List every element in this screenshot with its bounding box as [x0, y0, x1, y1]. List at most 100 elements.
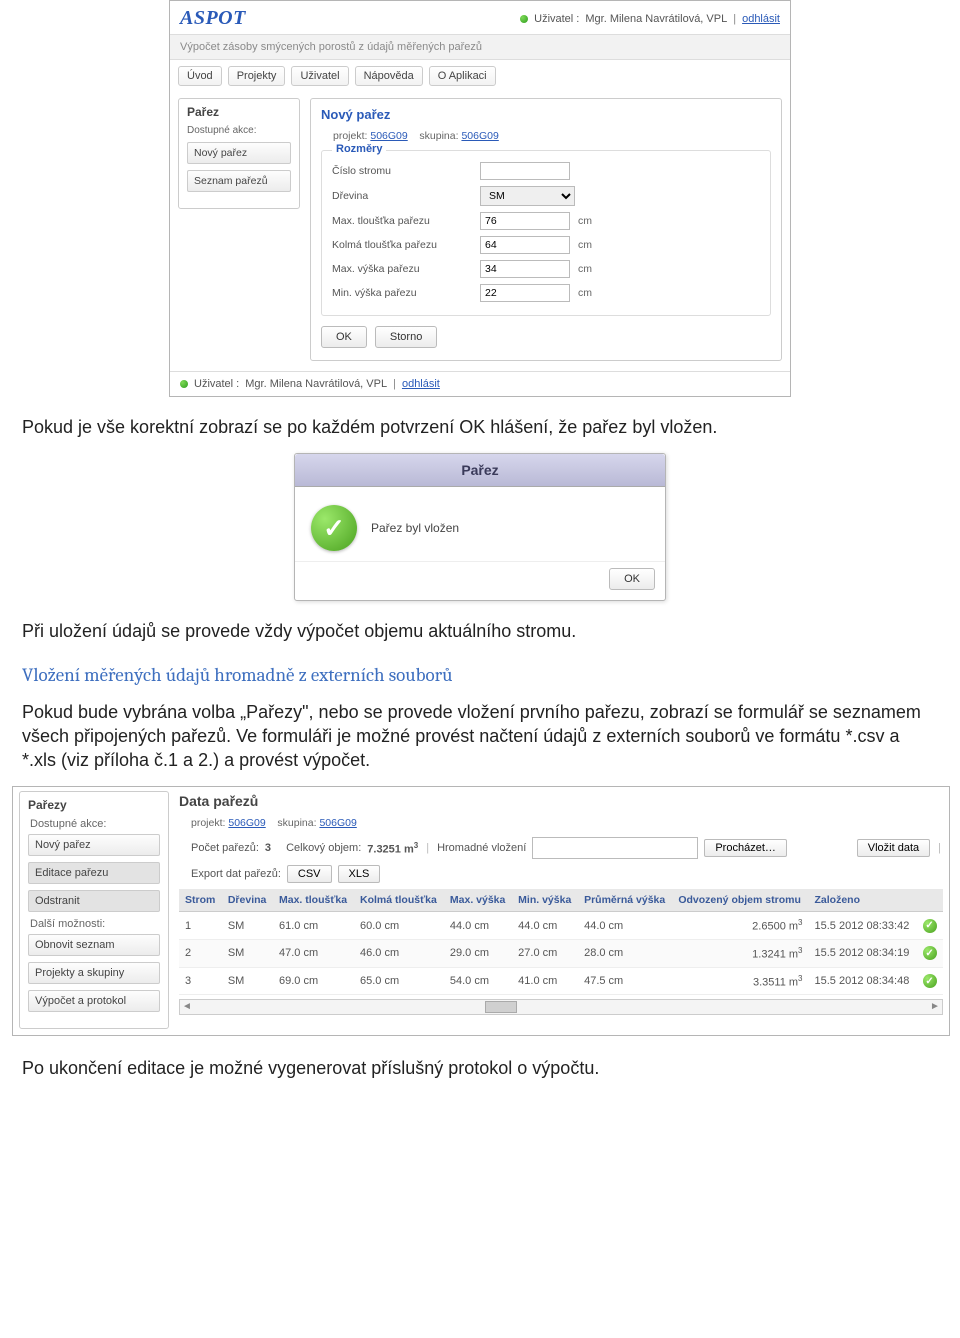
scroll-right-icon[interactable]: ►	[928, 1000, 942, 1012]
browse-button[interactable]: Procházet…	[704, 839, 787, 857]
footer-bar: Uživatel : Mgr. Milena Navrátilová, VPL …	[170, 371, 790, 396]
separator: |	[733, 13, 736, 25]
scroll-left-icon[interactable]: ◄	[180, 1000, 194, 1012]
scroll-thumb[interactable]	[485, 1001, 517, 1013]
table-cell: 2.6500 m3	[672, 912, 808, 940]
table-cell: 1.3241 m3	[672, 940, 808, 968]
app-logo: ASPOT	[180, 7, 246, 30]
project-line: projekt: 506G09 skupina: 506G09	[191, 817, 943, 829]
sidebar-projects-button[interactable]: Projekty a skupiny	[28, 962, 160, 984]
section-heading: Vložení měřených údajů hromadně z extern…	[22, 664, 938, 686]
export-csv-button[interactable]: CSV	[287, 865, 332, 883]
col-objem[interactable]: Odvozený objem stromu	[672, 889, 808, 912]
menu-projekty[interactable]: Projekty	[228, 66, 286, 86]
col-drevina[interactable]: Dřevina	[222, 889, 273, 912]
col-min-vyska[interactable]: Min. výška	[512, 889, 578, 912]
unit-label: cm	[578, 215, 592, 227]
dimensions-fieldset: Rozměry Číslo stromu Dřevina SM Max. tlo…	[321, 150, 771, 316]
species-label: Dřevina	[332, 190, 472, 202]
unit-label: cm	[578, 239, 592, 251]
col-max-tloustka[interactable]: Max. tloušťka	[273, 889, 354, 912]
paragraph: Pokud je vše korektní zobrazí se po každ…	[22, 415, 938, 439]
menu-uvod[interactable]: Úvod	[178, 66, 222, 86]
table-cell: 15.5 2012 08:34:48	[809, 967, 917, 995]
volume-label: Celkový objem:	[286, 842, 361, 854]
menu-napoveda[interactable]: Nápověda	[355, 66, 423, 86]
max-thickness-input[interactable]	[480, 212, 570, 230]
table-cell: 54.0 cm	[444, 967, 512, 995]
max-height-label: Max. výška pařezu	[332, 263, 472, 275]
project-line: projekt: 506G09 skupina: 506G09	[333, 130, 771, 142]
table-row[interactable]: 2SM47.0 cm46.0 cm29.0 cm27.0 cm28.0 cm1.…	[179, 940, 943, 968]
status-dot-icon	[180, 380, 188, 388]
table-cell: 46.0 cm	[354, 940, 444, 968]
ok-button[interactable]: OK	[321, 326, 367, 348]
sidebar-edit-stump-button[interactable]: Editace pařezu	[28, 862, 160, 884]
group-link[interactable]: 506G09	[319, 817, 356, 829]
col-zalozeno[interactable]: Založeno	[809, 889, 917, 912]
cancel-button[interactable]: Storno	[375, 326, 437, 348]
horizontal-scrollbar[interactable]: ◄ ►	[179, 999, 943, 1015]
col-strom[interactable]: Strom	[179, 889, 222, 912]
col-kolma-tloustka[interactable]: Kolmá tloušťka	[354, 889, 444, 912]
sidebar-new-stump-button[interactable]: Nový pařez	[187, 142, 291, 164]
dialog-message: Pařez byl vložen	[371, 521, 459, 535]
menu-o-aplikaci[interactable]: O Aplikaci	[429, 66, 496, 86]
footer-user-label: Uživatel :	[194, 378, 239, 390]
table-cell: 44.0 cm	[444, 912, 512, 940]
main-panel: Nový pařez projekt: 506G09 skupina: 506G…	[310, 98, 782, 361]
row-status-cell: ✓	[917, 912, 943, 940]
logout-link[interactable]: odhlásit	[742, 13, 780, 25]
volume-value: 7.3251 m3	[367, 841, 418, 856]
sidebar-calc-button[interactable]: Výpočet a protokol	[28, 990, 160, 1012]
table-header-row: Strom Dřevina Max. tloušťka Kolmá tloušť…	[179, 889, 943, 912]
table-cell: 47.5 cm	[578, 967, 672, 995]
page-subtitle: Výpočet zásoby smýcených porostů z údajů…	[170, 34, 790, 60]
species-select[interactable]: SM	[480, 186, 575, 206]
table-cell: 15.5 2012 08:33:42	[809, 912, 917, 940]
app-screenshot-new-stump: ASPOT Uživatel : Mgr. Milena Navrátilová…	[169, 0, 791, 397]
success-check-icon: ✓	[311, 505, 357, 551]
sidebar-new-stump-button[interactable]: Nový pařez	[28, 834, 160, 856]
min-height-input[interactable]	[480, 284, 570, 302]
table-cell: 3	[179, 967, 222, 995]
col-prumerna-vyska[interactable]: Průměrná výška	[578, 889, 672, 912]
insert-data-button[interactable]: Vložit data	[857, 839, 930, 857]
dialog-title: Pařez	[295, 454, 665, 487]
col-status	[917, 889, 943, 912]
table-cell: 15.5 2012 08:34:19	[809, 940, 917, 968]
count-value: 3	[265, 842, 271, 854]
table-row[interactable]: 3SM69.0 cm65.0 cm54.0 cm41.0 cm47.5 cm3.…	[179, 967, 943, 995]
project-link[interactable]: 506G09	[228, 817, 265, 829]
sidebar-stump-list-button[interactable]: Seznam pařezů	[187, 170, 291, 192]
sidebar-title: Pařezy	[28, 798, 160, 812]
tree-number-input[interactable]	[480, 162, 570, 180]
export-xls-button[interactable]: XLS	[338, 865, 381, 883]
paragraph: Při uložení údajů se provede vždy výpoče…	[22, 619, 938, 643]
confirmation-dialog: Pařez ✓ Pařez byl vložen OK	[294, 453, 666, 601]
user-label: Uživatel :	[534, 13, 579, 25]
table-cell: 1	[179, 912, 222, 940]
group-link[interactable]: 506G09	[461, 130, 498, 142]
max-height-input[interactable]	[480, 260, 570, 278]
col-max-vyska[interactable]: Max. výška	[444, 889, 512, 912]
table-cell: 65.0 cm	[354, 967, 444, 995]
sidebar-refresh-button[interactable]: Obnovit seznam	[28, 934, 160, 956]
sidebar-delete-button[interactable]: Odstranit	[28, 890, 160, 912]
dialog-ok-button[interactable]: OK	[609, 568, 655, 590]
footer-logout-link[interactable]: odhlásit	[402, 378, 440, 390]
menu-uzivatel[interactable]: Uživatel	[291, 66, 348, 86]
file-path-input[interactable]	[532, 837, 698, 859]
project-link[interactable]: 506G09	[370, 130, 407, 142]
table-cell: 69.0 cm	[273, 967, 354, 995]
perp-thickness-input[interactable]	[480, 236, 570, 254]
main-menu: Úvod Projekty Uživatel Nápověda O Aplika…	[170, 60, 790, 92]
sidebar: Pařez Dostupné akce: Nový pařez Seznam p…	[178, 98, 300, 209]
table-cell: 60.0 cm	[354, 912, 444, 940]
table-row[interactable]: 1SM61.0 cm60.0 cm44.0 cm44.0 cm44.0 cm2.…	[179, 912, 943, 940]
paragraph: Po ukončení editace je možné vygenerovat…	[22, 1056, 938, 1080]
sidebar-title: Pařez	[187, 105, 291, 119]
user-bar: Uživatel : Mgr. Milena Navrátilová, VPL …	[520, 13, 780, 25]
count-label: Počet pařezů:	[191, 842, 259, 854]
status-dot-icon	[520, 15, 528, 23]
